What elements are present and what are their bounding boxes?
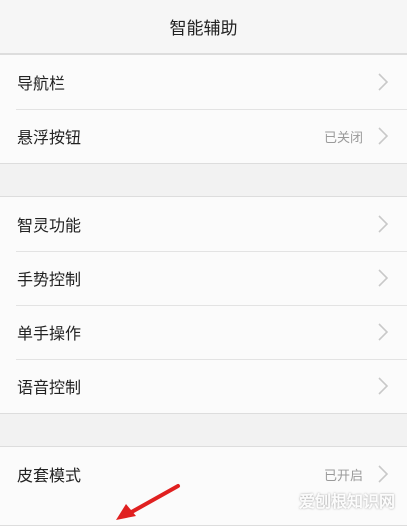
page-title: 智能辅助 (169, 19, 238, 39)
settings-row-voice-control[interactable]: 语音控制 (0, 359, 407, 413)
chevron-right-icon (378, 127, 389, 145)
row-label: 单手操作 (17, 324, 82, 343)
chevron-right-icon (378, 323, 389, 341)
title-bar: 智能辅助 (0, 0, 407, 54)
row-label: 智灵功能 (17, 216, 82, 235)
row-label: 皮套模式 (17, 466, 82, 485)
row-label: 悬浮按钮 (17, 128, 82, 147)
chevron-right-icon (378, 377, 389, 395)
row-label: 导航栏 (17, 74, 66, 93)
settings-row-one-hand-mode[interactable]: 单手操作 (0, 305, 407, 359)
settings-row-gesture-control[interactable]: 手势控制 (0, 251, 407, 305)
settings-row-navigation-bar[interactable]: 导航栏 (0, 55, 407, 109)
row-status: 已关闭 (323, 130, 363, 146)
chevron-right-icon (378, 73, 389, 91)
row-status: 已开启 (323, 468, 363, 484)
chevron-right-icon (378, 269, 389, 287)
annotation-arrow-icon (116, 484, 180, 520)
settings-group-3: 皮套模式 已开启 (0, 446, 407, 526)
chevron-right-icon (378, 465, 389, 483)
settings-row-smart-features[interactable]: 智灵功能 (0, 197, 407, 251)
row-label: 语音控制 (17, 378, 82, 397)
watermark: 爱刨根知识网 (298, 492, 395, 511)
row-label: 手势控制 (17, 270, 82, 289)
settings-group-2: 智灵功能 手势控制 单手操作 语音控制 (0, 196, 407, 414)
settings-group-1: 导航栏 悬浮按钮 已关闭 (0, 54, 407, 164)
chevron-right-icon (378, 215, 389, 233)
settings-row-floating-button[interactable]: 悬浮按钮 已关闭 (0, 109, 407, 163)
